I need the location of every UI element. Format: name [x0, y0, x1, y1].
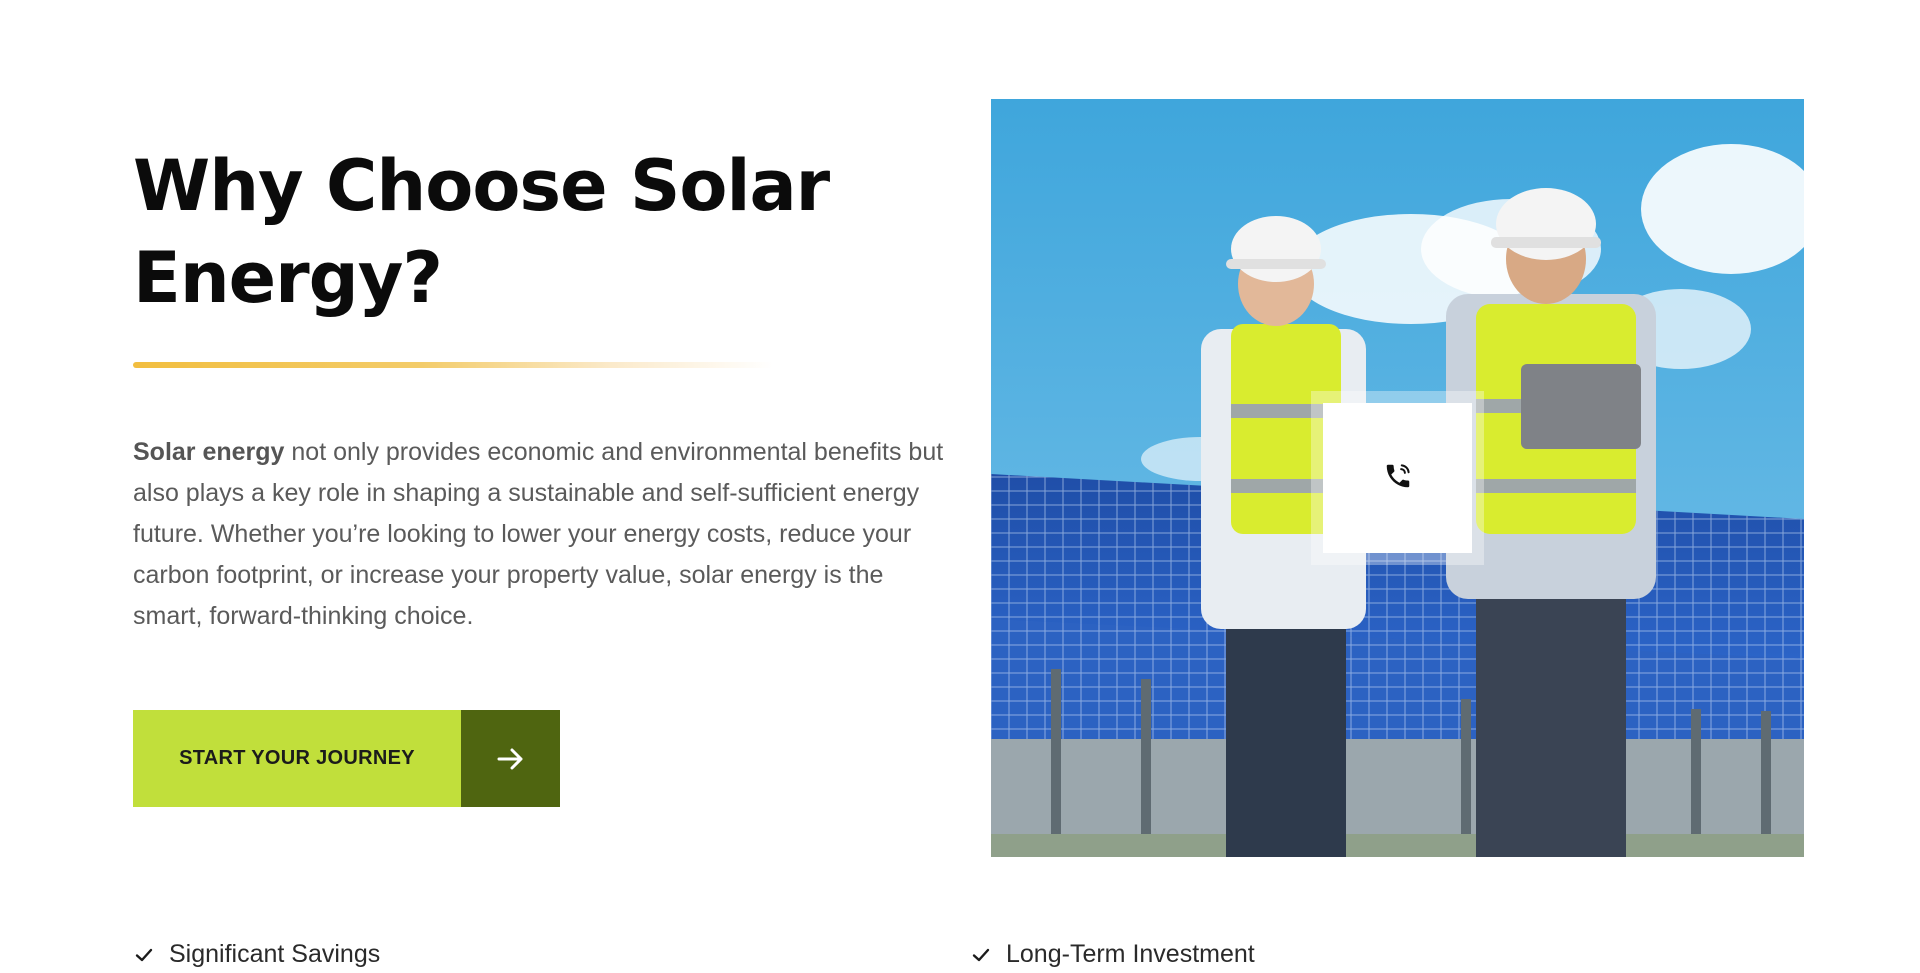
intro-lead: Solar energy — [133, 438, 285, 466]
arrow-right-icon — [461, 710, 560, 807]
feature-item: Significant Savings — [133, 940, 380, 969]
heading-divider — [133, 362, 773, 368]
intro-paragraph: Solar energy not only provides economic … — [133, 432, 953, 637]
intro-text: not only provides economic and environme… — [133, 438, 944, 630]
check-icon — [133, 944, 155, 966]
feature-label: Significant Savings — [169, 940, 381, 968]
check-icon — [970, 944, 992, 966]
start-journey-button[interactable]: START YOUR JOURNEY — [133, 710, 560, 807]
feature-list: Significant Savings Long-Term Investment — [133, 940, 1833, 973]
phone-call-button[interactable] — [1323, 403, 1472, 553]
phone-icon — [1383, 461, 1413, 496]
feature-label: Long-Term Investment — [1006, 940, 1255, 968]
why-solar-section: Why Choose Solar Energy? Solar energy no… — [0, 0, 1920, 973]
why-solar-text-column: Why Choose Solar Energy? Solar energy no… — [133, 140, 953, 662]
feature-item: Long-Term Investment — [970, 940, 1255, 969]
start-journey-label: START YOUR JOURNEY — [133, 710, 461, 807]
section-heading: Why Choose Solar Energy? — [133, 145, 830, 319]
